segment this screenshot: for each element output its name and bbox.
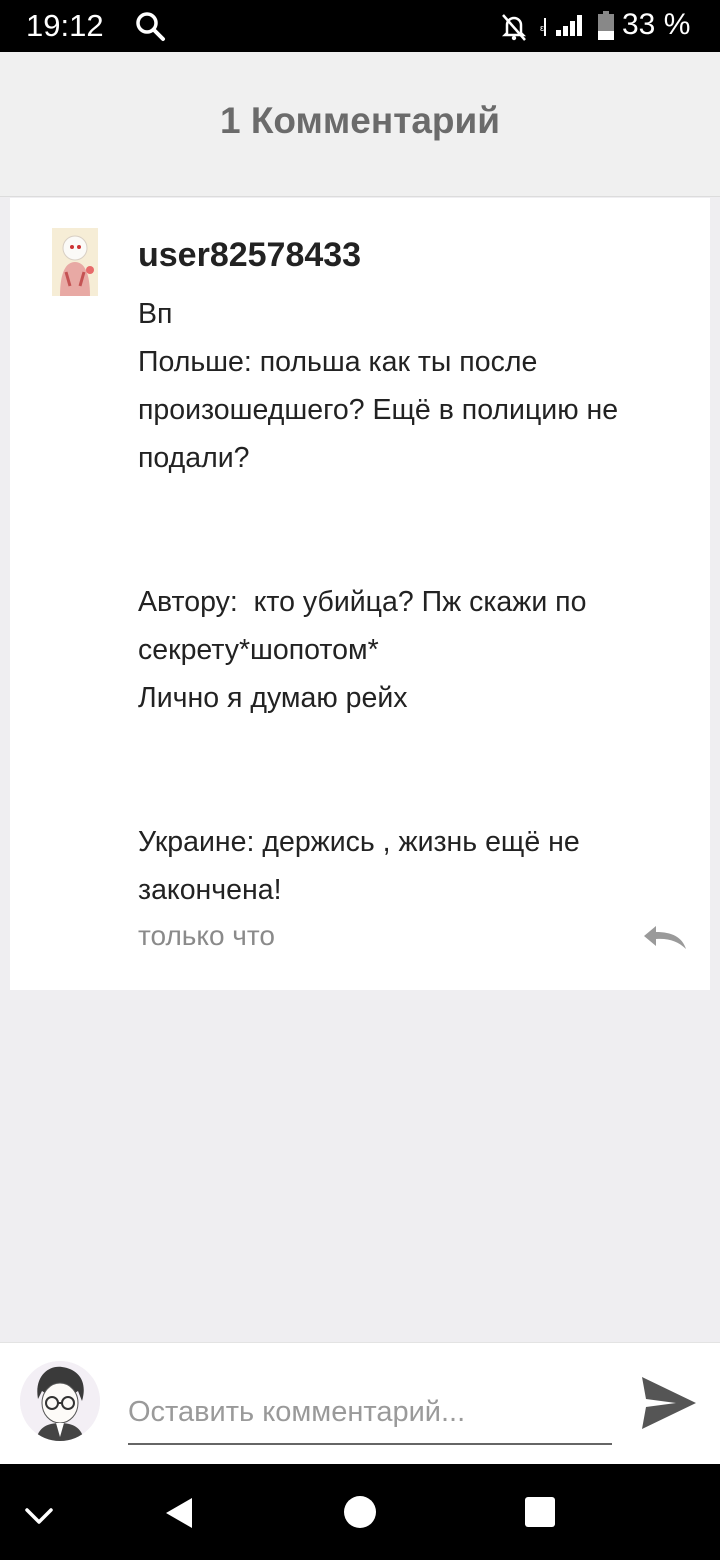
comment-timestamp: только что bbox=[138, 920, 275, 951]
recents-icon[interactable] bbox=[525, 1497, 555, 1527]
svg-text:ᵋ: ᵋ bbox=[540, 22, 544, 37]
back-icon[interactable] bbox=[162, 1496, 196, 1530]
send-button[interactable] bbox=[638, 1373, 700, 1433]
collapse-icon[interactable] bbox=[24, 1506, 54, 1526]
signal-icon: ᵋ bbox=[540, 15, 582, 37]
status-time: 19:12 bbox=[26, 8, 104, 43]
battery-level: 33 % bbox=[622, 8, 691, 41]
user-avatar bbox=[20, 1361, 100, 1441]
page-title: 1 Комментарий bbox=[219, 100, 500, 141]
comment-username[interactable]: user82578433 bbox=[138, 236, 361, 275]
search-icon bbox=[136, 12, 165, 41]
comment-input[interactable] bbox=[128, 1381, 612, 1445]
comment-text: Вп Польше: польша как ты после произошед… bbox=[138, 298, 619, 906]
notifications-muted-icon bbox=[501, 14, 527, 41]
comment-composer bbox=[0, 1342, 720, 1465]
home-icon[interactable] bbox=[343, 1495, 377, 1529]
navigation-bar bbox=[0, 1464, 720, 1560]
reply-icon[interactable] bbox=[642, 924, 688, 950]
status-bar: 19:12 ᵋ 33 % bbox=[0, 0, 720, 52]
header: 1 Комментарий bbox=[0, 52, 720, 197]
battery-icon bbox=[598, 11, 614, 40]
comment-card: user82578433 Вп Польше: польша как ты по… bbox=[10, 198, 710, 990]
avatar[interactable] bbox=[52, 228, 98, 296]
